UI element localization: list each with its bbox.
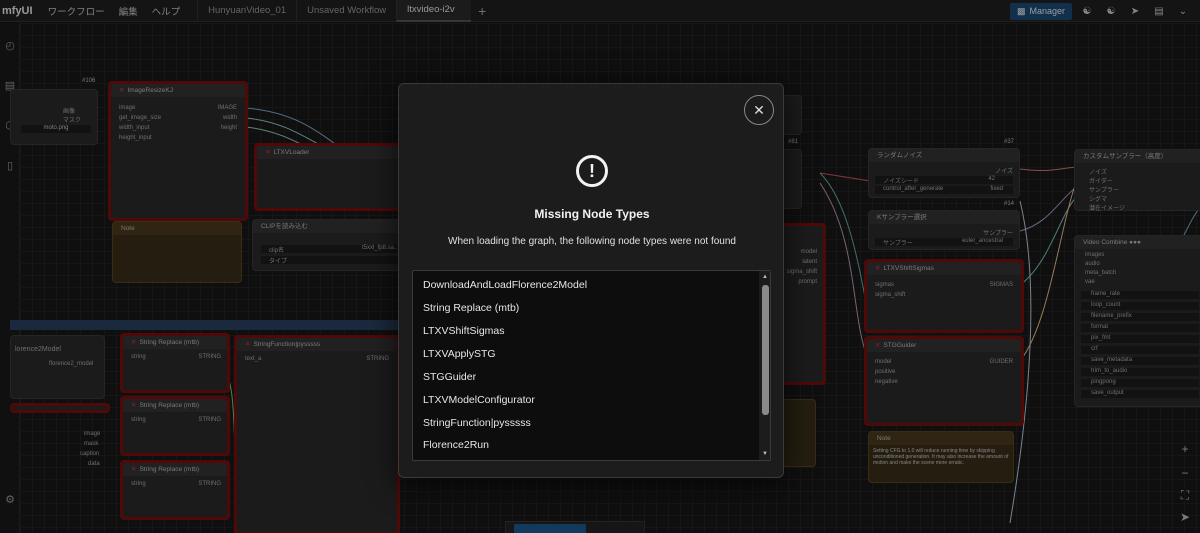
list-item: STGGuider xyxy=(423,371,477,383)
list-item: LTXVApplySTG xyxy=(423,348,496,360)
close-icon[interactable]: ✕ xyxy=(744,95,774,125)
list-scrollbar[interactable]: ▲ ▼ xyxy=(759,271,770,460)
dialog-message: When loading the graph, the following no… xyxy=(448,236,736,247)
list-item: LTXVShiftSigmas xyxy=(423,325,505,337)
dialog-title: Missing Node Types xyxy=(534,207,650,221)
scroll-down-icon[interactable]: ▼ xyxy=(759,448,770,460)
list-item: Florence2Run xyxy=(423,439,489,451)
missing-nodes-dialog: ✕ ! Missing Node Types When loading the … xyxy=(398,83,784,478)
list-item: String Replace (mtb) xyxy=(423,302,520,314)
app-root: mfyUI ワークフロー 編集 ヘルプ HunyuanVideo_01 Unsa… xyxy=(0,0,1200,533)
missing-node-list[interactable]: DownloadAndLoadFlorence2Model String Rep… xyxy=(412,270,771,461)
scroll-thumb[interactable] xyxy=(762,285,769,415)
list-item: DownloadAndLoadFlorence2Model xyxy=(423,279,588,291)
alert-icon: ! xyxy=(576,155,608,187)
scroll-up-icon[interactable]: ▲ xyxy=(759,271,770,283)
list-item: LTXVModelConfigurator xyxy=(423,394,535,406)
list-item: StringFunction|pysssss xyxy=(423,417,531,429)
